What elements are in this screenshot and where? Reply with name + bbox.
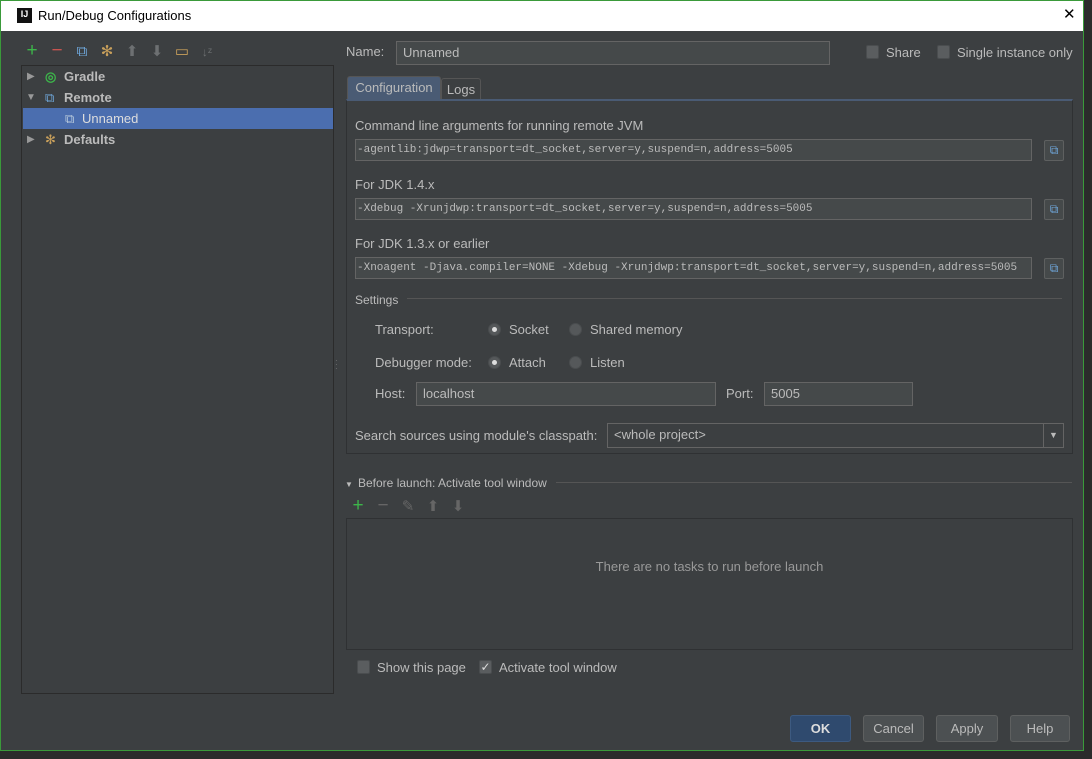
shared-memory-label: Shared memory xyxy=(590,322,683,337)
single-instance-checkbox[interactable] xyxy=(937,45,950,59)
remote-icon: ⧉ xyxy=(65,111,75,126)
expand-arrow-icon[interactable]: ▶ xyxy=(27,132,35,148)
cmd-label: Command line arguments for running remot… xyxy=(355,118,644,133)
help-button[interactable]: Help xyxy=(1010,715,1070,742)
listen-label: Listen xyxy=(590,355,625,370)
sort-icon[interactable]: ↓ᶻ xyxy=(198,44,216,60)
copy-icon[interactable]: ⧉ xyxy=(1044,258,1064,279)
single-instance-label: Single instance only xyxy=(957,45,1073,60)
copy-icon[interactable]: ⧉ xyxy=(73,44,91,60)
name-input[interactable]: Unnamed xyxy=(396,41,830,65)
copy-icon[interactable]: ⧉ xyxy=(1044,140,1064,161)
host-input[interactable]: localhost xyxy=(416,382,716,406)
app-icon: IJ xyxy=(17,8,32,23)
move-up-icon[interactable]: ⬆ xyxy=(123,44,141,60)
tree-item-label: Defaults xyxy=(64,132,116,147)
add-icon[interactable]: + xyxy=(23,41,41,60)
tree-item-gradle[interactable]: ▶ ◎ Gradle xyxy=(23,66,333,87)
share-label: Share xyxy=(886,45,921,60)
remote-icon: ⧉ xyxy=(45,90,55,105)
gradle-icon: ◎ xyxy=(45,69,57,84)
before-launch-divider xyxy=(556,482,1072,483)
socket-label: Socket xyxy=(509,322,549,337)
run-debug-dialog: IJ Run/Debug Configurations ✕ + − ⧉ ✻ ⬆ … xyxy=(0,0,1084,751)
tab-logs[interactable]: Logs xyxy=(441,78,481,100)
classpath-select[interactable]: <whole project> ▼ xyxy=(607,423,1064,448)
transport-socket-radio[interactable] xyxy=(488,323,501,336)
tree-item-unnamed[interactable]: ⧉ Unnamed xyxy=(23,108,333,129)
folder-icon[interactable]: ▭ xyxy=(173,44,191,60)
remove-icon[interactable]: − xyxy=(374,496,392,515)
tree-item-remote[interactable]: ▼ ⧉ Remote xyxy=(23,87,333,108)
tree-item-label: Gradle xyxy=(64,69,106,84)
tree-item-defaults[interactable]: ▶ ✻ Defaults xyxy=(23,129,333,150)
transport-label: Transport: xyxy=(375,322,434,337)
copy-icon[interactable]: ⧉ xyxy=(1044,199,1064,220)
chevron-down-icon[interactable]: ▼ xyxy=(1043,424,1063,447)
share-checkbox[interactable] xyxy=(866,45,879,59)
show-this-page-label: Show this page xyxy=(377,660,466,675)
tab-configuration[interactable]: Configuration xyxy=(347,76,441,100)
add-icon[interactable]: + xyxy=(349,496,367,515)
wrench-icon: ✻ xyxy=(45,132,56,147)
configuration-panel: Command line arguments for running remot… xyxy=(346,99,1073,454)
tree-item-label: Remote xyxy=(64,90,112,105)
move-down-icon[interactable]: ⬇ xyxy=(148,44,166,60)
cancel-button[interactable]: Cancel xyxy=(863,715,924,742)
window-title: Run/Debug Configurations xyxy=(38,8,192,23)
collapse-arrow-icon[interactable]: ▼ xyxy=(26,90,36,106)
move-up-icon[interactable]: ⬆ xyxy=(424,499,442,515)
debugger-mode-label: Debugger mode: xyxy=(375,355,472,370)
cmd-args-field[interactable]: -agentlib:jdwp=transport=dt_socket,serve… xyxy=(355,139,1032,161)
jdk13-label: For JDK 1.3.x or earlier xyxy=(355,236,490,251)
classpath-label: Search sources using module's classpath: xyxy=(355,428,598,443)
settings-label: Settings xyxy=(355,293,399,307)
host-label: Host: xyxy=(375,386,406,401)
mode-listen-radio[interactable] xyxy=(569,356,582,369)
settings-divider xyxy=(407,298,1062,299)
before-launch-task-list: There are no tasks to run before launch xyxy=(346,518,1073,650)
jdk14-args-field[interactable]: -Xdebug -Xrunjdwp:transport=dt_socket,se… xyxy=(355,198,1032,220)
mode-attach-radio[interactable] xyxy=(488,356,501,369)
remove-icon[interactable]: − xyxy=(48,41,66,60)
expand-arrow-icon[interactable]: ▶ xyxy=(27,69,35,85)
move-down-icon[interactable]: ⬇ xyxy=(449,499,467,515)
jdk14-label: For JDK 1.4.x xyxy=(355,177,435,192)
empty-tasks-text: There are no tasks to run before launch xyxy=(595,559,824,574)
show-this-page-checkbox[interactable] xyxy=(357,660,370,674)
port-input[interactable]: 5005 xyxy=(764,382,913,406)
splitter-handle[interactable]: · · · xyxy=(335,357,338,373)
activate-tool-window-checkbox[interactable]: ✓ xyxy=(479,660,492,674)
edit-icon[interactable]: ✎ xyxy=(399,499,417,515)
ok-button[interactable]: OK xyxy=(790,715,851,742)
activate-tool-window-label: Activate tool window xyxy=(499,660,617,675)
apply-button[interactable]: Apply xyxy=(936,715,998,742)
tree-item-label: Unnamed xyxy=(82,111,139,126)
configuration-tree: ▶ ◎ Gradle ▼ ⧉ Remote ⧉ Unnamed ▶ ✻ Defa… xyxy=(21,65,334,694)
jdk13-args-field[interactable]: -Xnoagent -Djava.compiler=NONE -Xdebug -… xyxy=(355,257,1032,279)
attach-label: Attach xyxy=(509,355,546,370)
name-label: Name: xyxy=(346,44,385,59)
transport-shared-memory-radio[interactable] xyxy=(569,323,582,336)
edit-defaults-icon[interactable]: ✻ xyxy=(98,44,116,60)
close-icon[interactable]: ✕ xyxy=(1063,7,1076,23)
title-bar: IJ Run/Debug Configurations ✕ xyxy=(1,1,1083,31)
classpath-value: <whole project> xyxy=(614,427,706,442)
before-launch-title[interactable]: Before launch: Activate tool window xyxy=(358,475,547,491)
port-label: Port: xyxy=(726,386,754,401)
collapse-arrow-icon[interactable]: ▼ xyxy=(345,477,353,493)
